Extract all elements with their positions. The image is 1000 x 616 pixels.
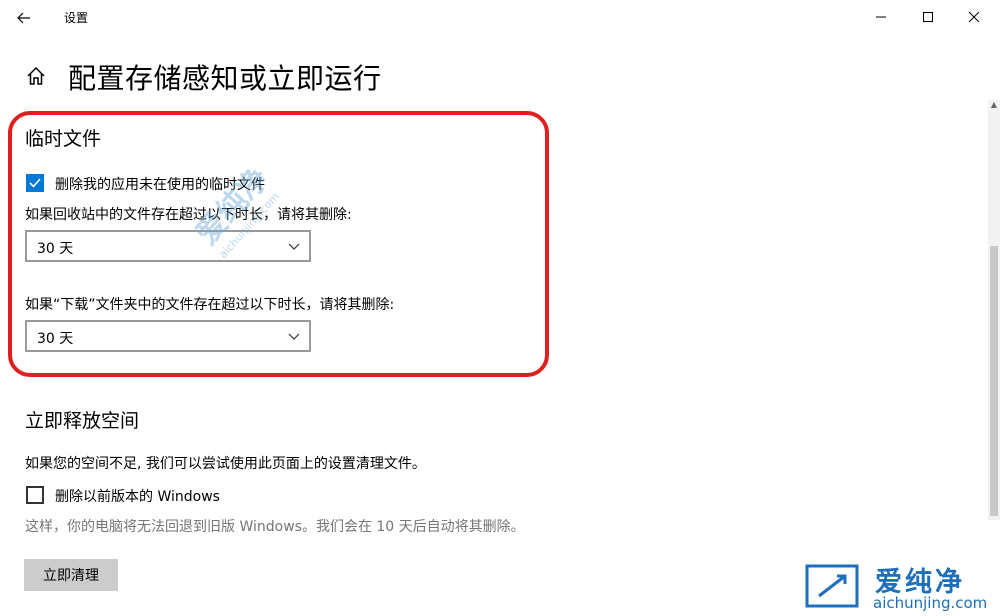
downloads-duration-value: 30 天 (37, 331, 74, 347)
clean-now-button[interactable]: 立即清理 (24, 559, 118, 591)
delete-previous-windows-checkbox[interactable] (26, 486, 44, 504)
chevron-down-icon (288, 333, 300, 340)
delete-previous-windows-label: 删除以前版本的 Windows (55, 489, 220, 505)
maximize-button[interactable] (905, 0, 951, 34)
brand-logo: 爱纯净 aichunjing.com (803, 560, 993, 612)
checkmark-icon (29, 178, 41, 188)
back-button[interactable] (10, 6, 38, 30)
window-title: 设置 (64, 11, 89, 25)
scroll-up-arrow-icon[interactable]: ▲ (988, 100, 1000, 114)
page-title: 配置存储感知或立即运行 (68, 62, 382, 95)
close-button[interactable] (951, 0, 997, 34)
home-button[interactable] (24, 64, 48, 88)
scroll-thumb[interactable] (990, 246, 998, 516)
free-space-heading: 立即释放空间 (25, 410, 140, 432)
home-icon (27, 66, 45, 85)
minimize-button[interactable] (858, 0, 904, 34)
downloads-prompt: 如果“下载”文件夹中的文件存在超过以下时长，请将其删除: (25, 297, 395, 313)
previous-windows-note: 这样，你的电脑将无法回退到旧版 Windows。我们会在 10 天后自动将其删除… (25, 519, 525, 535)
brand-logo-icon (805, 564, 859, 608)
brand-logo-url: aichunjing.com (873, 594, 988, 612)
minimize-icon (876, 16, 886, 18)
temp-files-heading: 临时文件 (25, 128, 102, 150)
back-arrow-icon (17, 12, 30, 24)
title-bar: 设置 (0, 0, 1000, 34)
recycle-bin-duration-select[interactable]: 30 天 (25, 230, 311, 262)
chevron-down-icon (288, 243, 300, 250)
scrollbar[interactable]: ▲ (988, 100, 1000, 520)
close-icon (968, 11, 980, 23)
free-space-description: 如果您的空间不足, 我们可以尝试使用此页面上的设置清理文件。 (25, 456, 426, 472)
downloads-duration-select[interactable]: 30 天 (25, 320, 311, 352)
recycle-bin-duration-value: 30 天 (37, 241, 74, 257)
delete-temp-files-checkbox[interactable] (26, 174, 44, 192)
maximize-icon (923, 12, 933, 22)
